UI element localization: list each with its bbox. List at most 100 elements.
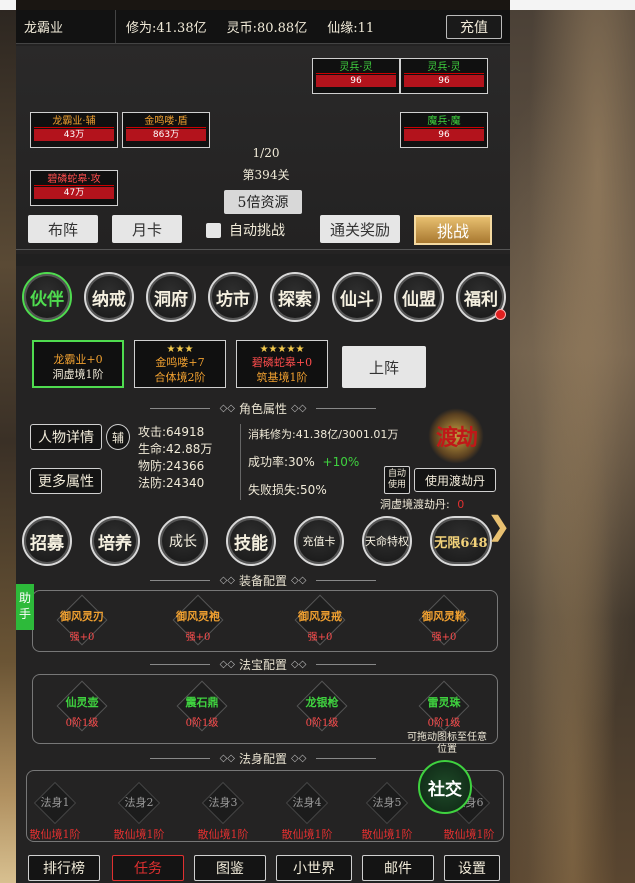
action-label: 培养	[98, 533, 132, 554]
social-button[interactable]: 社交	[418, 760, 472, 814]
unit-hp-bar: 96	[404, 75, 484, 87]
nav-label: 伙伴	[30, 289, 64, 310]
slot-level: 散仙境1阶	[361, 828, 413, 841]
section-title-attributes: ◇◇ 角色属性 ◇◇	[16, 400, 510, 416]
magic-defense-value: 法防:24340	[138, 476, 205, 490]
spirit-coin-stat: 灵币:80.88亿	[226, 21, 308, 36]
section-title-treasure: ◇◇ 法宝配置 ◇◇	[16, 656, 510, 672]
body-slot[interactable]: 法身3 散仙境1阶	[188, 781, 258, 842]
bottom-nav: 排行榜 任务 图鉴 小世界 邮件 设置	[16, 852, 510, 883]
body-slot[interactable]: 法身4 散仙境1阶	[272, 781, 342, 842]
clear-reward-button[interactable]: 通关奖励	[320, 215, 400, 243]
deploy-button[interactable]: 上阵	[342, 346, 426, 388]
member-realm: 洞虚境1阶	[52, 368, 104, 381]
recharge-button[interactable]: 充值	[446, 14, 502, 39]
section-title-equipment: ◇◇ 装备配置 ◇◇	[16, 572, 510, 588]
battle-action-bar: 布阵 月卡 自动挑战 通关奖励 挑战	[16, 210, 510, 248]
nav-alliance[interactable]: 仙盟	[394, 272, 444, 322]
section-label: 法宝配置	[238, 657, 287, 672]
ally-unit[interactable]: 龙霸业·辅 43万	[30, 112, 118, 148]
enemy-unit[interactable]: 灵兵·灵 96	[400, 58, 488, 94]
nav-pvp[interactable]: 仙斗	[332, 272, 382, 322]
treasure-slot[interactable]: 震石鼎 0阶1级	[170, 680, 234, 755]
section-label: 角色属性	[238, 401, 287, 416]
character-detail-button[interactable]: 人物详情	[30, 424, 102, 450]
slot-name: 御风灵袍	[176, 610, 220, 623]
slot-level: 散仙境1阶	[197, 828, 249, 841]
life-value: 生命:42.88万	[138, 442, 213, 456]
body-slot[interactable]: 法身5 散仙境1阶	[352, 781, 422, 842]
action-label: 招募	[30, 533, 64, 554]
nav-ring[interactable]: 纳戒	[84, 272, 134, 322]
assist-button[interactable]: 辅	[106, 424, 130, 450]
nav-label: 仙斗	[340, 289, 374, 310]
train-button[interactable]: 培养	[90, 516, 140, 566]
action-row: 招募 培养 成长 技能 充值卡 天命特权 无限648	[22, 516, 492, 566]
action-label: 技能	[234, 533, 268, 554]
mail-button[interactable]: 邮件	[362, 855, 434, 881]
enemy-unit[interactable]: 魔兵·魔 96	[400, 112, 488, 148]
recharge-card-button[interactable]: 充值卡	[294, 516, 344, 566]
nav-cave[interactable]: 洞府	[146, 272, 196, 322]
action-label: 充值卡	[302, 535, 336, 548]
slot-level: 强+0	[185, 632, 211, 643]
codex-button[interactable]: 图鉴	[194, 855, 266, 881]
growth-button[interactable]: 成长	[158, 516, 208, 566]
treasure-slot[interactable]: 龙银枪 0阶1级	[290, 680, 354, 755]
nav-welfare[interactable]: 福利	[456, 272, 506, 322]
skill-button[interactable]: 技能	[226, 516, 276, 566]
treasure-slot[interactable]: 仙灵壶 0阶1级	[50, 680, 114, 755]
ally-unit[interactable]: 碧磷蛇皋·攻 47万	[30, 170, 118, 206]
nav-market[interactable]: 坊市	[208, 272, 258, 322]
slot-name: 龙银枪	[305, 696, 339, 709]
formation-button[interactable]: 布阵	[28, 215, 98, 243]
fail-loss: 失败损失:50%	[248, 483, 327, 497]
nav-label: 坊市	[216, 289, 250, 310]
checkbox-icon[interactable]	[206, 222, 221, 238]
unit-hp-bar: 863万	[126, 129, 206, 141]
slot-level: 0阶1级	[185, 718, 219, 729]
slot-level: 强+0	[307, 632, 333, 643]
action-label: 无限648	[434, 535, 488, 551]
nav-explore[interactable]: 探索	[270, 272, 320, 322]
unit-name: 龙霸业·辅	[34, 115, 114, 128]
nav-label: 洞府	[154, 289, 188, 310]
wave-counter: 1/20	[252, 146, 280, 160]
body-slot[interactable]: 法身2 散仙境1阶	[104, 781, 174, 842]
monthly-card-button[interactable]: 月卡	[112, 215, 182, 243]
slot-name: 御风灵刃	[60, 610, 104, 623]
team-member-card[interactable]: ★★★★★ 碧磷蛇皋+0 筑基境1阶	[236, 340, 328, 388]
game-window: 龙霸业 修为:41.38亿 灵币:80.88亿 仙缘:11 充值 灵兵·灵 96…	[16, 9, 510, 883]
unit-hp-bar: 96	[404, 129, 484, 141]
use-tribulation-pill-button[interactable]: 使用渡劫丹	[414, 468, 496, 492]
enemy-unit[interactable]: 灵兵·灵 96	[312, 58, 400, 94]
challenge-button[interactable]: 挑战	[414, 215, 492, 245]
slot-level: 0阶1级	[305, 718, 339, 729]
team-member-card[interactable]: 龙霸业+0 洞虚境1阶	[32, 340, 124, 388]
ranking-button[interactable]: 排行榜	[28, 855, 100, 881]
unit-hp-bar: 96	[316, 75, 396, 87]
recruit-button[interactable]: 招募	[22, 516, 72, 566]
unit-name: 魔兵·魔	[404, 115, 484, 128]
helper-tab[interactable]: 助手	[16, 584, 34, 630]
member-name: 龙霸业+0	[53, 353, 103, 366]
destiny-privilege-button[interactable]: 天命特权	[362, 516, 412, 566]
chevron-right-icon[interactable]: ❯	[488, 512, 510, 542]
slot-level: 散仙境1阶	[29, 828, 81, 841]
nav-partner[interactable]: 伙伴	[22, 272, 72, 322]
task-button[interactable]: 任务	[112, 855, 184, 881]
team-member-card[interactable]: ★★★ 金鸣喽+7 合体境2阶	[134, 340, 226, 388]
member-realm: 筑基境1阶	[256, 371, 308, 384]
small-world-button[interactable]: 小世界	[276, 855, 352, 881]
settings-button[interactable]: 设置	[444, 855, 500, 881]
consume-cultivation: 消耗修为:41.38亿/3001.01万	[248, 428, 399, 441]
unlimited-648-button[interactable]: 无限648	[430, 516, 492, 566]
auto-challenge-toggle[interactable]: 自动挑战	[206, 220, 285, 240]
more-attributes-button[interactable]: 更多属性	[30, 468, 102, 494]
auto-use-toggle[interactable]: 自动使用	[384, 466, 410, 494]
slot-level: 0阶1级	[65, 718, 99, 729]
section-label: 装备配置	[238, 573, 287, 588]
fate-stat: 仙缘:11	[327, 21, 375, 36]
body-slot[interactable]: 法身1 散仙境1阶	[20, 781, 90, 842]
ally-unit[interactable]: 金鸣喽·盾 863万	[122, 112, 210, 148]
